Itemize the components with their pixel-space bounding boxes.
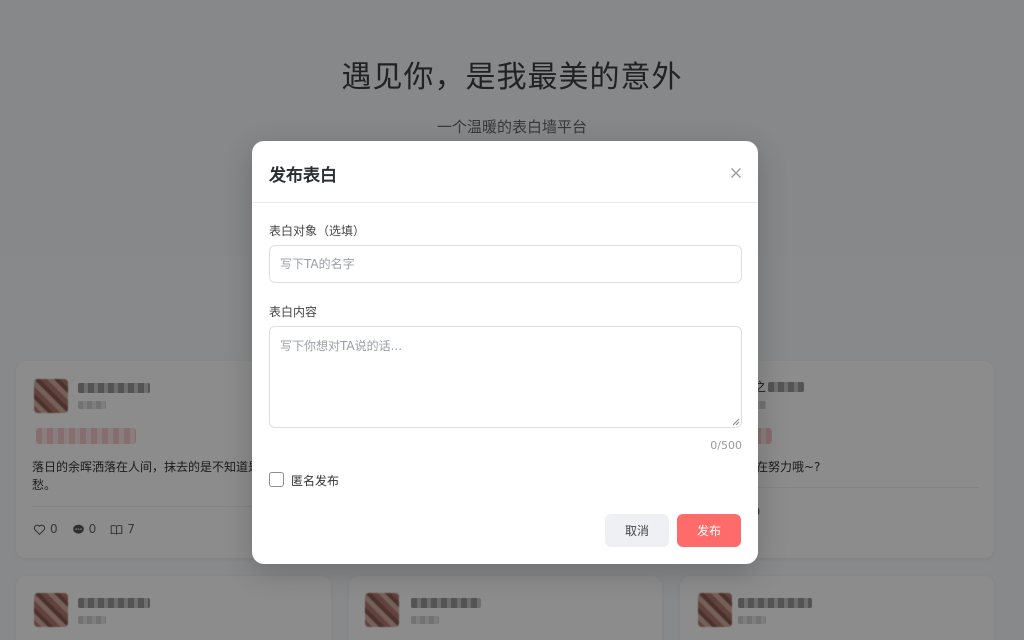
cancel-button[interactable]: 取消 [605, 514, 669, 547]
char-counter: 0/500 [710, 439, 742, 452]
resize-handle-icon[interactable] [732, 418, 740, 426]
content-label: 表白内容 [269, 305, 318, 319]
close-icon[interactable] [728, 165, 744, 181]
content-textarea[interactable] [269, 326, 742, 428]
anonymous-checkbox[interactable] [269, 472, 284, 487]
target-label: 表白对象（选填） [269, 224, 366, 238]
modal-title: 发布表白 [269, 166, 337, 186]
publish-modal: 发布表白 表白对象（选填） 表白内容 0/500 匿名发布 取消 发布 [252, 141, 758, 564]
submit-button[interactable]: 发布 [677, 514, 741, 547]
anonymous-label[interactable]: 匿名发布 [291, 472, 339, 489]
target-name-input[interactable] [269, 245, 742, 283]
modal-header: 发布表白 [252, 141, 758, 203]
